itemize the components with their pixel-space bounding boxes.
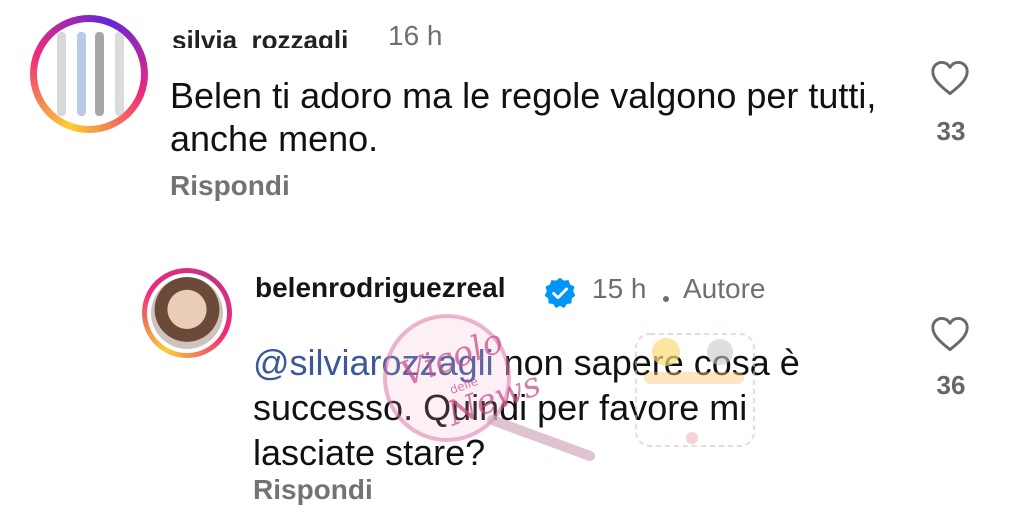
comment-text: Belen ti adoro ma le regole valgono per … <box>170 75 877 159</box>
mention-link[interactable]: @silviarozzagli <box>253 342 494 383</box>
author-badge: Autore <box>683 273 766 304</box>
avatar[interactable] <box>142 268 232 358</box>
comment-timestamp: 15 h <box>592 273 647 304</box>
comment-username[interactable]: belenrodriguezreal <box>255 272 506 304</box>
like-count: 36 <box>936 370 966 400</box>
verified-badge-icon <box>543 276 577 310</box>
separator-dot <box>663 296 669 302</box>
like-heart-icon[interactable] <box>930 60 970 96</box>
comment-timestamp: 16 h <box>388 20 443 51</box>
reply-button[interactable]: Rispondi <box>253 474 373 506</box>
comment-text: @silviarozzagli non sapere cosa è succes… <box>253 340 853 475</box>
avatar[interactable] <box>30 15 148 133</box>
like-count: 33 <box>936 116 966 146</box>
like-heart-icon[interactable] <box>930 316 970 352</box>
comment-username[interactable]: silvia_rozzagli <box>172 20 348 48</box>
reply-button[interactable]: Rispondi <box>170 170 290 202</box>
